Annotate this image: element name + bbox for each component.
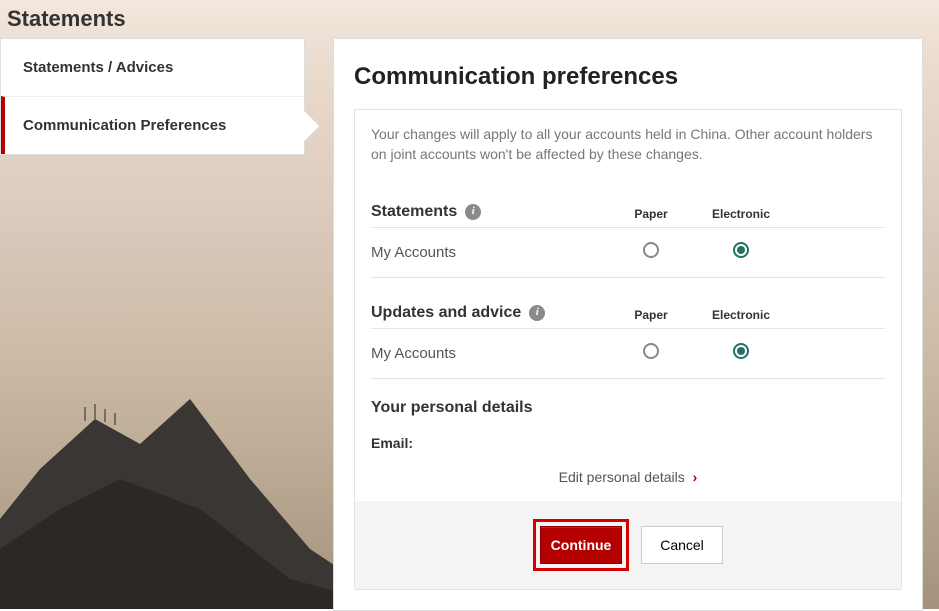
table-row: My Accounts (371, 329, 885, 379)
cancel-button[interactable]: Cancel (641, 526, 723, 564)
button-bar: Continue Cancel (355, 501, 901, 589)
sidebar-item-label: Communication Preferences (23, 117, 226, 134)
radio-statements-paper[interactable] (643, 242, 659, 258)
personal-details-heading: Your personal details (371, 399, 885, 417)
info-icon[interactable]: i (465, 204, 481, 220)
table-row: My Accounts (371, 228, 885, 278)
column-electronic: Electronic (696, 207, 786, 221)
main-panel: Communication preferences Your changes w… (333, 38, 923, 611)
sidebar-item-communication-preferences[interactable]: Communication Preferences (1, 96, 304, 154)
panel-heading: Communication preferences (354, 63, 902, 91)
section-statements: Statements i Paper Electronic My Account… (355, 177, 901, 278)
email-label: Email: (371, 435, 885, 451)
row-label: My Accounts (371, 244, 606, 261)
column-paper: Paper (606, 207, 696, 221)
edit-link-label: Edit personal details (559, 469, 685, 485)
radio-statements-electronic[interactable] (733, 242, 749, 258)
page-title: Statements (7, 6, 126, 32)
sidebar-item-label: Statements / Advices (23, 59, 173, 76)
edit-personal-details-link[interactable]: Edit personal details › (371, 469, 885, 501)
row-label: My Accounts (371, 345, 606, 362)
section-title-label: Updates and advice (371, 304, 521, 322)
radio-updates-paper[interactable] (643, 343, 659, 359)
radio-updates-electronic[interactable] (733, 343, 749, 359)
column-electronic: Electronic (696, 308, 786, 322)
sidebar-item-statements-advices[interactable]: Statements / Advices (1, 39, 304, 96)
continue-button[interactable]: Continue (540, 526, 622, 564)
preferences-box: Your changes will apply to all your acco… (354, 109, 902, 590)
continue-highlight: Continue (533, 519, 629, 571)
column-paper: Paper (606, 308, 696, 322)
personal-details-block: Your personal details Email: Edit person… (355, 379, 901, 501)
info-icon[interactable]: i (529, 305, 545, 321)
intro-text: Your changes will apply to all your acco… (355, 110, 901, 177)
section-updates-advice: Updates and advice i Paper Electronic My… (355, 278, 901, 379)
chevron-right-icon: › (693, 469, 698, 485)
sidebar: Statements / Advices Communication Prefe… (0, 38, 305, 155)
section-title-label: Statements (371, 203, 457, 221)
